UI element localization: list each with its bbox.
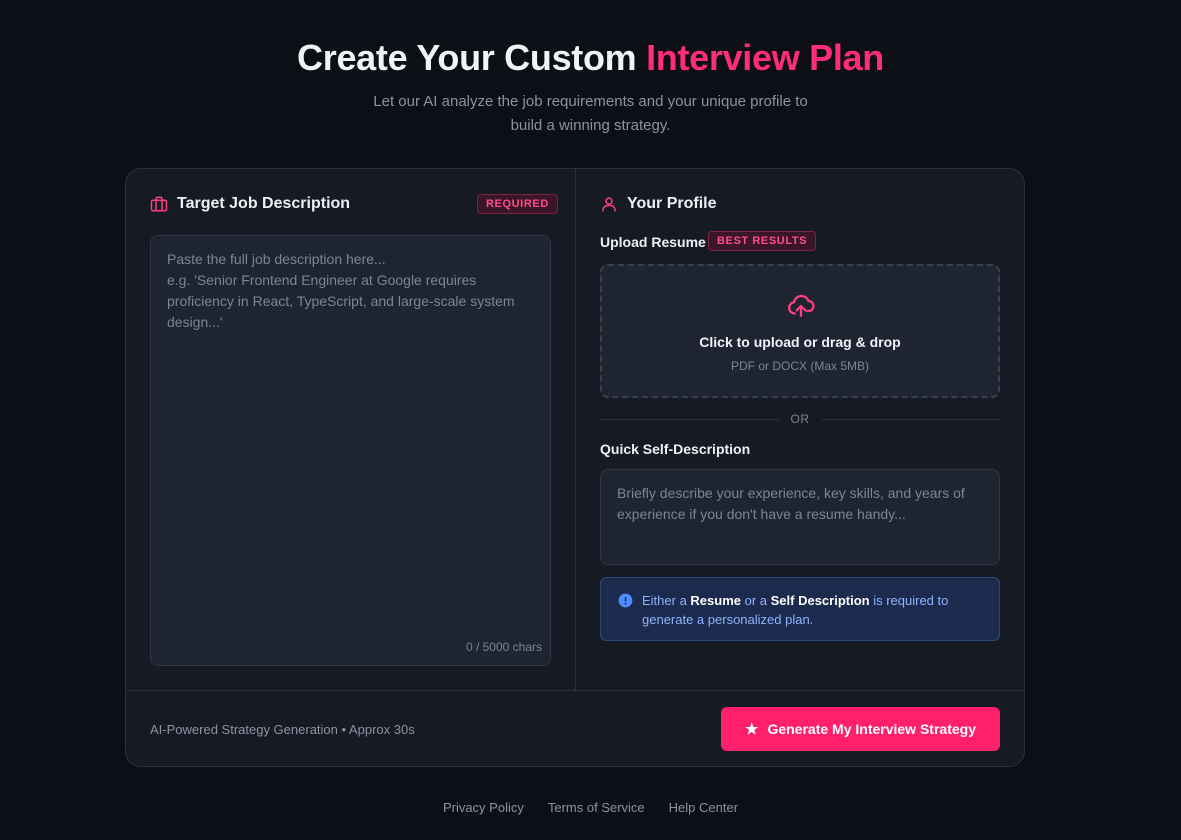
help-center-link[interactable]: Help Center xyxy=(669,800,738,815)
hero-header: Create Your Custom Interview Plan Let ou… xyxy=(0,36,1181,138)
upload-title: Click to upload or drag & drop xyxy=(699,334,901,350)
user-icon xyxy=(600,195,618,213)
char-counter: 0 / 5000 chars xyxy=(465,640,542,654)
job-description-placeholder: Paste the full job description here... e… xyxy=(167,251,515,330)
page: Create Your Custom Interview Plan Let ou… xyxy=(0,0,1181,840)
briefcase-icon xyxy=(150,195,168,213)
card-footer: AI-Powered Strategy Generation • Approx … xyxy=(126,690,1024,766)
generate-button-label: Generate My Interview Strategy xyxy=(767,721,976,737)
job-description-panel: Target Job Description REQUIRED Paste th… xyxy=(126,169,576,690)
job-section-title: Target Job Description xyxy=(150,195,350,213)
plan-form-card: Target Job Description REQUIRED Paste th… xyxy=(125,168,1025,767)
requirement-notice: Either a Resume or a Self Description is… xyxy=(600,577,1000,641)
self-description-label: Quick Self-Description xyxy=(600,441,751,457)
generation-meta: AI-Powered Strategy Generation • Approx … xyxy=(150,722,415,737)
notice-text-part1: Either a xyxy=(642,593,691,608)
best-results-badge: BEST RESULTS xyxy=(708,231,817,251)
terms-of-service-link[interactable]: Terms of Service xyxy=(548,800,645,815)
generate-strategy-button[interactable]: ★ Generate My Interview Strategy xyxy=(721,707,1000,751)
job-description-textarea[interactable]: Paste the full job description here... e… xyxy=(150,235,551,666)
notice-text-part2: or a xyxy=(741,593,771,608)
or-text: OR xyxy=(790,412,810,426)
resume-upload-dropzone[interactable]: Click to upload or drag & drop PDF or DO… xyxy=(600,264,1000,398)
privacy-policy-link[interactable]: Privacy Policy xyxy=(443,800,524,815)
page-title-main: Create Your Custom xyxy=(297,37,647,78)
footer-links: Privacy Policy Terms of Service Help Cen… xyxy=(0,800,1181,815)
self-description-placeholder: Briefly describe your experience, key sk… xyxy=(617,485,965,522)
notice-resume-strong: Resume xyxy=(690,593,741,608)
notice-self-strong: Self Description xyxy=(770,593,870,608)
cloud-upload-icon xyxy=(786,291,816,321)
upload-resume-label: Upload Resume xyxy=(600,234,706,250)
or-divider: OR xyxy=(600,411,1000,427)
profile-section-label: Your Profile xyxy=(627,195,717,212)
upload-subtitle: PDF or DOCX (Max 5MB) xyxy=(730,359,869,373)
profile-panel: Your Profile Upload Resume BEST RESULTS … xyxy=(576,169,1024,690)
divider-line-left xyxy=(600,418,779,420)
info-icon xyxy=(618,593,633,608)
star-icon: ★ xyxy=(745,720,759,738)
required-badge: REQUIRED xyxy=(477,194,558,214)
page-subtitle: Let our AI analyze the job requirements … xyxy=(373,93,808,134)
job-section-label: Target Job Description xyxy=(177,195,351,212)
page-title: Create Your Custom Interview Plan xyxy=(0,36,1181,80)
profile-section-title: Your Profile xyxy=(600,195,717,213)
notice-text: Either a Resume or a Self Description is… xyxy=(642,591,962,629)
page-title-accent: Interview Plan xyxy=(646,37,884,78)
self-description-textarea[interactable]: Briefly describe your experience, key sk… xyxy=(600,469,1000,565)
divider-line-right xyxy=(821,418,1000,420)
